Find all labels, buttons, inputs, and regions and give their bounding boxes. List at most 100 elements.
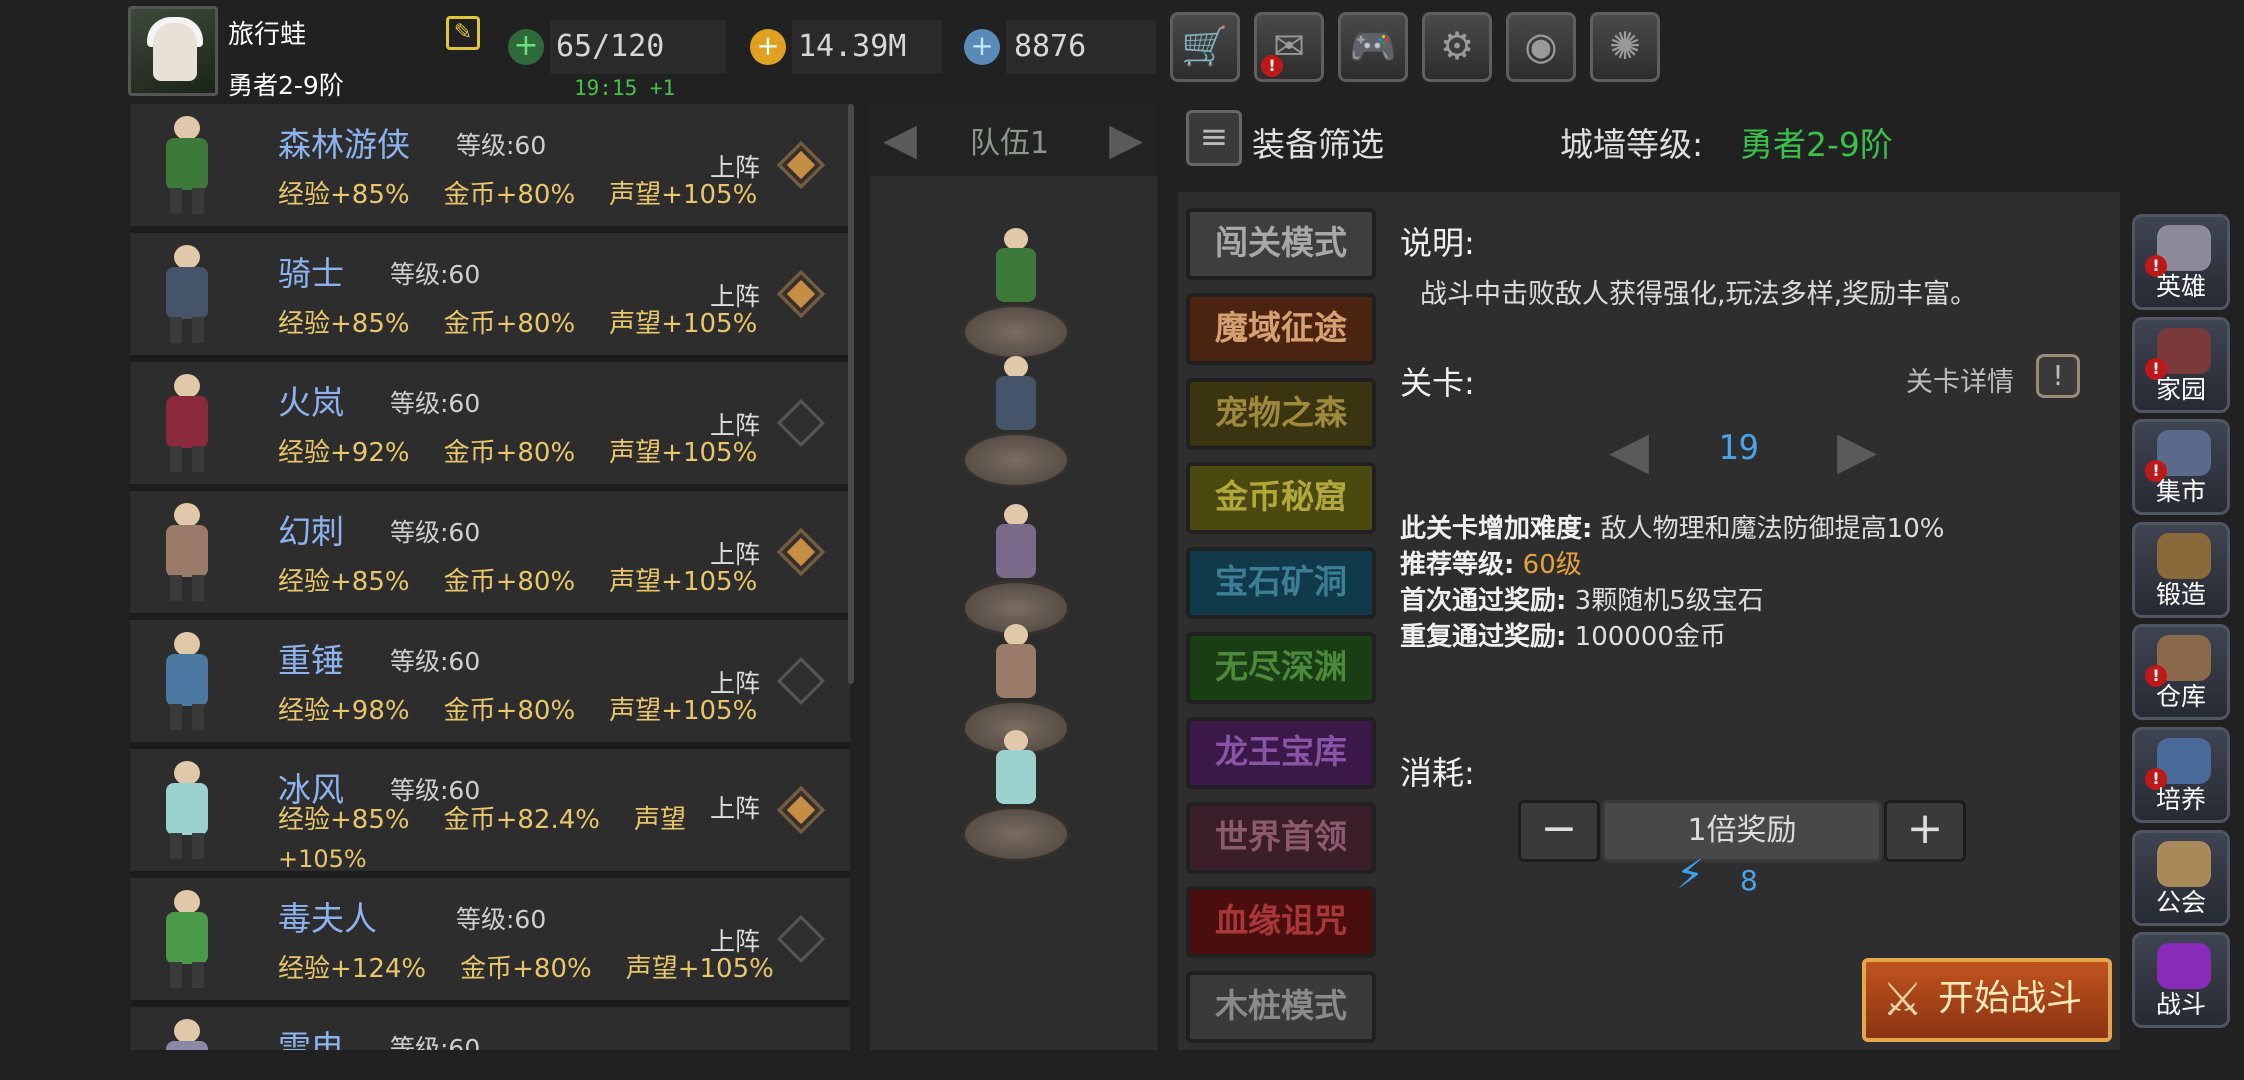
- hero-level: 等级:60: [390, 518, 481, 547]
- equipment-filter-label[interactable]: 装备筛选: [1252, 118, 1384, 166]
- team-member-sprite-icon: [986, 228, 1046, 318]
- mode-button[interactable]: 闯关模式: [1186, 208, 1376, 280]
- hero-row[interactable]: 骑士 等级:60 经验+85% 金币+80% 声望+105% 上阵: [130, 233, 850, 355]
- hero-level: 等级:60: [390, 1034, 481, 1050]
- hero-gold-bonus: 金币+80%: [443, 438, 576, 468]
- cart-icon: 🛒: [1181, 24, 1229, 68]
- mode-button[interactable]: 世界首领: [1186, 801, 1376, 874]
- gem-icon[interactable]: +: [964, 29, 1000, 65]
- hero-gold-bonus: 金币+82.4%: [443, 805, 600, 835]
- hero-row[interactable]: 雷电 等级:60: [130, 1007, 850, 1050]
- start-battle-button[interactable]: ⚔ 开始战斗: [1862, 958, 2112, 1042]
- description-title: 说明:: [1400, 224, 1475, 262]
- color-wheel-icon: ◉: [1524, 24, 1558, 68]
- side-menu-battle-portal[interactable]: 战斗: [2132, 932, 2230, 1029]
- mode-button[interactable]: 魔域征途: [1186, 292, 1376, 365]
- side-menu-guild[interactable]: 公会: [2132, 829, 2230, 926]
- hero-row[interactable]: 森林游侠 等级:60 经验+85% 金币+80% 声望+105% 上阵: [130, 104, 850, 226]
- hero-list-scrollbar[interactable]: [848, 104, 854, 684]
- mode-button[interactable]: 无尽深渊: [1186, 632, 1376, 704]
- hero-level: 等级:60: [456, 905, 547, 934]
- deploy-label[interactable]: 上阵: [710, 148, 760, 184]
- mode-button[interactable]: 金币秘窟: [1186, 462, 1376, 535]
- hero-exp-bonus: 经验+85%: [278, 180, 410, 210]
- team-member-sprite-icon: [986, 624, 1046, 714]
- mail-button[interactable]: ✉!: [1254, 12, 1324, 82]
- deploy-label[interactable]: 上阵: [710, 535, 760, 571]
- deploy-label[interactable]: 上阵: [710, 406, 760, 442]
- mode-button[interactable]: 宝石矿洞: [1186, 547, 1376, 620]
- energy-plus-icon[interactable]: +: [508, 29, 544, 65]
- next-team-arrow-icon[interactable]: ▶: [1096, 112, 1156, 168]
- edit-name-icon[interactable]: ✎: [446, 16, 480, 50]
- side-menu-castle[interactable]: ! 家园: [2132, 316, 2230, 413]
- hero-row[interactable]: 火岚 等级:60 经验+92% 金币+80% 声望+105% 上阵: [130, 362, 850, 484]
- side-menu-goblet[interactable]: ! 培养: [2132, 727, 2230, 823]
- anvil-icon: [2157, 532, 2211, 579]
- team-panel: ◀ 队伍1 ▶: [870, 104, 1158, 1050]
- mode-button[interactable]: 宠物之森: [1186, 377, 1376, 450]
- deploy-label[interactable]: 上阵: [710, 789, 760, 825]
- mode-button[interactable]: 血缘诅咒: [1186, 886, 1376, 959]
- prev-team-arrow-icon[interactable]: ◀: [870, 112, 930, 168]
- equipment-filter-button[interactable]: ≡: [1186, 110, 1242, 166]
- side-menu-market[interactable]: ! 集市: [2132, 419, 2230, 516]
- side-menu-hero-helmet[interactable]: ! 英雄: [2132, 214, 2230, 310]
- side-menu-label: 公会: [2155, 887, 2206, 917]
- gem-counter: 8876: [1006, 20, 1156, 74]
- side-menu-anvil[interactable]: 锻造: [2132, 521, 2230, 618]
- firework-button[interactable]: ✺: [1590, 12, 1660, 82]
- player-avatar[interactable]: [128, 6, 218, 96]
- decrease-reward-button[interactable]: −: [1518, 800, 1600, 862]
- gold-coin-icon[interactable]: +: [750, 29, 786, 65]
- hero-name: 毒夫人: [278, 899, 377, 938]
- hero-fame-bonus: 声望+105%: [609, 180, 758, 210]
- increase-reward-button[interactable]: +: [1884, 800, 1966, 862]
- hero-row[interactable]: 重锤 等级:60 经验+98% 金币+80% 声望+105% 上阵: [130, 620, 850, 742]
- mode-button[interactable]: 龙王宝库: [1186, 716, 1376, 789]
- hero-row[interactable]: 幻刺 等级:60 经验+85% 金币+80% 声望+105% 上阵: [130, 491, 850, 613]
- stage-detail-button[interactable]: !: [2036, 354, 2080, 398]
- stage-number: 19: [1718, 428, 1759, 468]
- team-label: 队伍1: [970, 126, 1050, 161]
- mode-button[interactable]: 木桩模式: [1186, 971, 1376, 1044]
- side-menu-warehouse[interactable]: ! 仓库: [2132, 624, 2230, 721]
- deploy-label[interactable]: 上阵: [710, 277, 760, 313]
- gear-icon: ⚙: [1439, 24, 1475, 68]
- hero-gold-bonus: 金币+80%: [443, 567, 576, 597]
- repeat-reward-row: 重复通过奖励: 100000金币: [1400, 616, 1726, 653]
- guild-icon: [2157, 840, 2211, 887]
- hero-list[interactable]: 森林游侠 等级:60 经验+85% 金币+80% 声望+105% 上阵 骑士 等级:60 经验+…: [130, 104, 850, 1050]
- side-menu-label: 战斗: [2155, 990, 2206, 1020]
- hero-gold-bonus: 金币+80%: [460, 954, 592, 984]
- next-stage-icon[interactable]: ▶: [1824, 418, 1890, 484]
- hero-name: 火岚: [278, 383, 344, 422]
- deploy-label[interactable]: 上阵: [710, 664, 760, 700]
- first-reward-label: 首次通过奖励:: [1400, 586, 1567, 616]
- hero-sprite-icon: [152, 1019, 222, 1050]
- hero-exp-bonus: 经验+85%: [278, 567, 410, 597]
- color-button[interactable]: ◉: [1506, 12, 1576, 82]
- stage-detail-label[interactable]: 关卡详情: [1906, 360, 2014, 399]
- hero-exp-bonus: 经验+85%: [278, 805, 410, 835]
- team-member-sprite-icon: [986, 504, 1046, 594]
- hero-gold-bonus: 金币+80%: [443, 696, 576, 726]
- side-menu-label: 集市: [2155, 477, 2206, 507]
- deploy-label[interactable]: 上阵: [710, 922, 760, 958]
- stage-title: 关卡:: [1400, 364, 1475, 402]
- hero-exp-bonus: 经验+85%: [278, 309, 410, 339]
- hero-sprite-icon: [152, 761, 222, 861]
- hero-sprite-icon: [152, 245, 222, 345]
- gamepad-button[interactable]: 🎮: [1338, 12, 1408, 82]
- settings-button[interactable]: ⚙: [1422, 12, 1492, 82]
- difficulty-value: 敌人物理和魔法防御提高10%: [1600, 514, 1945, 544]
- team-member-sprite-icon: [986, 730, 1046, 820]
- hero-row[interactable]: 冰风 等级:60 经验+85% 金币+82.4% 声望 +105% 上阵: [130, 749, 850, 873]
- deploy-toggle-icon[interactable]: [776, 785, 826, 835]
- repeat-reward-label: 重复通过奖励:: [1400, 622, 1567, 652]
- hero-row[interactable]: 毒夫人 等级:60 经验+124% 金币+80% 声望+105% 上阵: [130, 878, 850, 1000]
- hero-name: 骑士: [278, 254, 344, 293]
- prev-stage-icon[interactable]: ◀: [1596, 418, 1662, 484]
- difficulty-row: 此关卡增加难度: 敌人物理和魔法防御提高10%: [1400, 508, 1944, 545]
- shop-button[interactable]: 🛒: [1170, 12, 1240, 82]
